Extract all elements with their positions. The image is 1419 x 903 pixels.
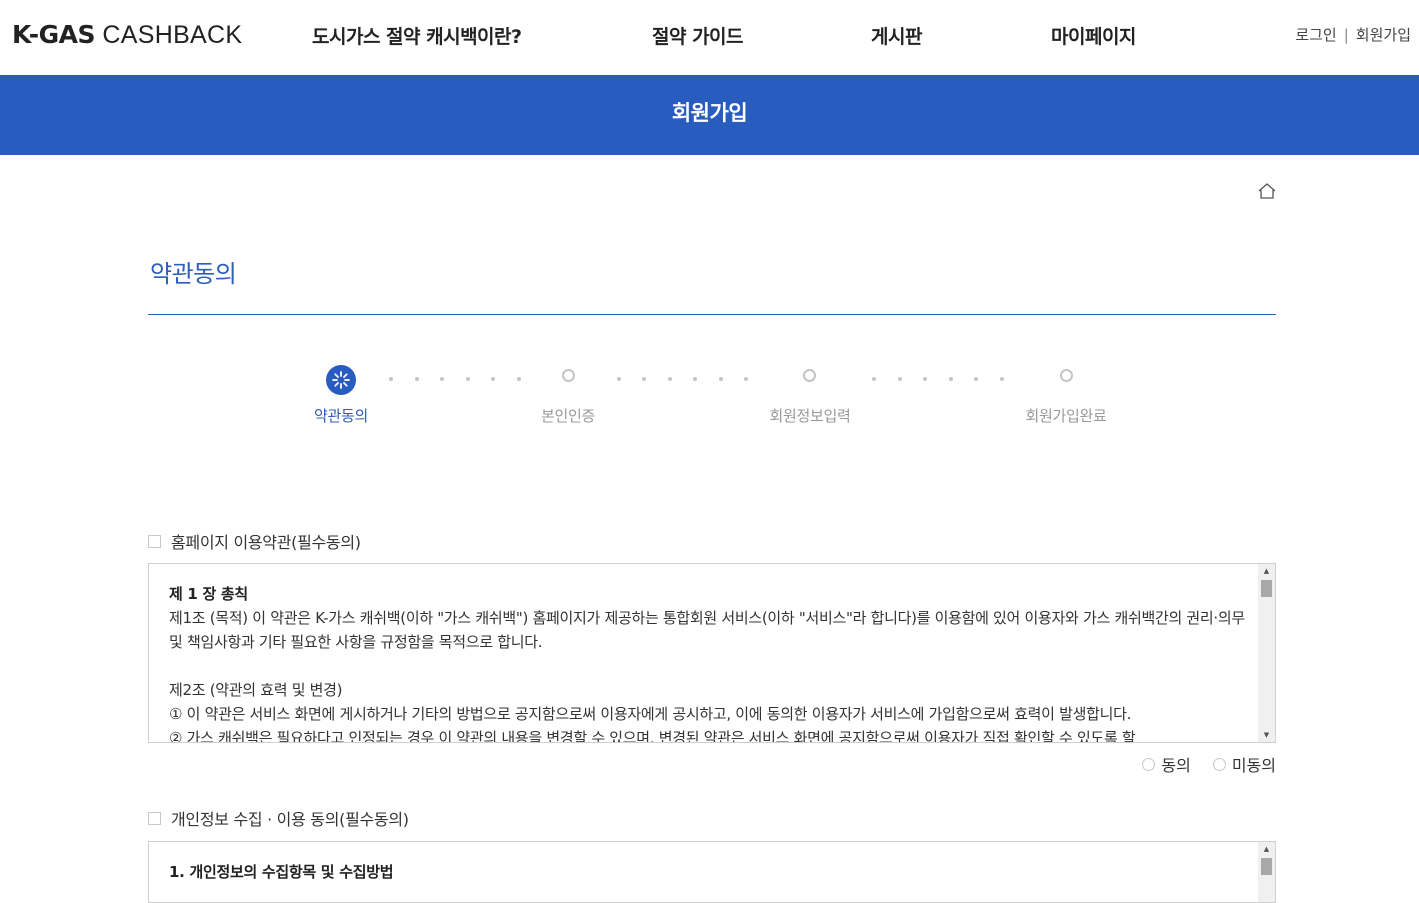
terms-disagree-radio[interactable]	[1212, 757, 1226, 771]
privacy-textbox[interactable]: 1. 개인정보의 수집항목 및 수집방법 ▲	[148, 841, 1276, 903]
terms-paragraph: ① 이 약관은 서비스 화면에 게시하거나 기타의 방법으로 공지함으로써 이용…	[169, 705, 1132, 723]
terms-scrollbar[interactable]: ▲ ▼	[1258, 564, 1275, 742]
logo-light-text: CASHBACK	[102, 21, 243, 49]
privacy-title: 개인정보 수집 · 이용 동의(필수동의)	[171, 810, 409, 829]
login-link[interactable]: 로그인	[1295, 26, 1336, 44]
util-separator: |	[1343, 26, 1349, 44]
terms-agree-option[interactable]: 동의	[1142, 752, 1191, 776]
terms-content: 제 1 장 총칙 제1조 (목적) 이 약관은 K-가스 캐쉬백(이하 "가스 …	[169, 582, 1245, 743]
terms-agree-header: 홈페이지 이용약관(필수동의)	[148, 529, 361, 553]
terms-title: 홈페이지 이용약관(필수동의)	[171, 533, 361, 552]
scroll-up-arrow-icon[interactable]: ▲	[1258, 564, 1275, 578]
privacy-scrollbar[interactable]: ▲	[1258, 842, 1275, 902]
terms-textbox[interactable]: 제 1 장 총칙 제1조 (목적) 이 약관은 K-가스 캐쉬백(이하 "가스 …	[148, 563, 1276, 743]
terms-checkbox[interactable]	[148, 534, 161, 548]
loading-icon	[332, 371, 350, 389]
step-3-label: 회원정보입력	[769, 407, 851, 425]
nav-mypage[interactable]: 마이페이지	[1051, 22, 1136, 49]
terms-agree-label: 동의	[1161, 756, 1191, 775]
step-connector-3	[872, 374, 1004, 384]
home-icon[interactable]	[1257, 182, 1277, 200]
privacy-checkbox[interactable]	[148, 811, 161, 825]
title-divider	[148, 314, 1276, 315]
nav-board[interactable]: 게시판	[871, 22, 922, 49]
terms-disagree-label: 미동의	[1231, 756, 1276, 775]
privacy-content: 1. 개인정보의 수집항목 및 수집방법	[169, 860, 1245, 884]
step-connector-1	[389, 374, 521, 384]
terms-consent-radios: 동의 미동의	[1142, 752, 1276, 776]
scroll-up-arrow-icon[interactable]: ▲	[1258, 842, 1275, 856]
step-2-marker	[562, 369, 575, 382]
nav-about-cashback[interactable]: 도시가스 절약 캐시백이란?	[312, 22, 522, 49]
top-header: K-GAS CASHBACK 도시가스 절약 캐시백이란? 절약 가이드 게시판…	[0, 0, 1419, 75]
terms-agree-radio[interactable]	[1142, 757, 1156, 771]
nav-saving-guide[interactable]: 절약 가이드	[652, 22, 744, 49]
step-3-marker	[803, 369, 816, 382]
terms-paragraph: ② 가스 캐쉬백은 필요하다고 인정되는 경우 이 약관의 내용을 변경할 수 …	[169, 729, 1136, 743]
privacy-agree-header: 개인정보 수집 · 이용 동의(필수동의)	[148, 806, 409, 830]
page-banner: 회원가입	[0, 75, 1419, 155]
terms-paragraph: 제 1 장 총칙	[169, 585, 248, 603]
scroll-thumb[interactable]	[1261, 580, 1272, 597]
terms-paragraph: 제1조 (목적) 이 약관은 K-가스 캐쉬백(이하 "가스 캐쉬백") 홈페이…	[169, 609, 1245, 651]
util-menu: 로그인 | 회원가입	[1295, 24, 1411, 45]
step-4-label: 회원가입완료	[1025, 407, 1107, 425]
terms-blank-line	[169, 654, 1245, 678]
step-connector-2	[617, 374, 748, 384]
step-1-marker	[326, 365, 356, 395]
signup-link[interactable]: 회원가입	[1356, 26, 1411, 44]
section-title: 약관동의	[150, 260, 237, 288]
privacy-paragraph: 1. 개인정보의 수집항목 및 수집방법	[169, 863, 394, 881]
step-2-label: 본인인증	[540, 407, 596, 425]
terms-paragraph: 제2조 (약관의 효력 및 변경)	[169, 681, 343, 699]
step-4-marker	[1060, 369, 1073, 382]
site-logo[interactable]: K-GAS CASHBACK	[12, 20, 242, 50]
scroll-thumb[interactable]	[1261, 858, 1272, 875]
logo-bold-text: K-GAS	[12, 20, 95, 49]
terms-disagree-option[interactable]: 미동의	[1212, 752, 1276, 776]
step-1-label: 약관동의	[313, 407, 369, 425]
scroll-down-arrow-icon[interactable]: ▼	[1258, 728, 1275, 742]
banner-title: 회원가입	[671, 101, 748, 125]
